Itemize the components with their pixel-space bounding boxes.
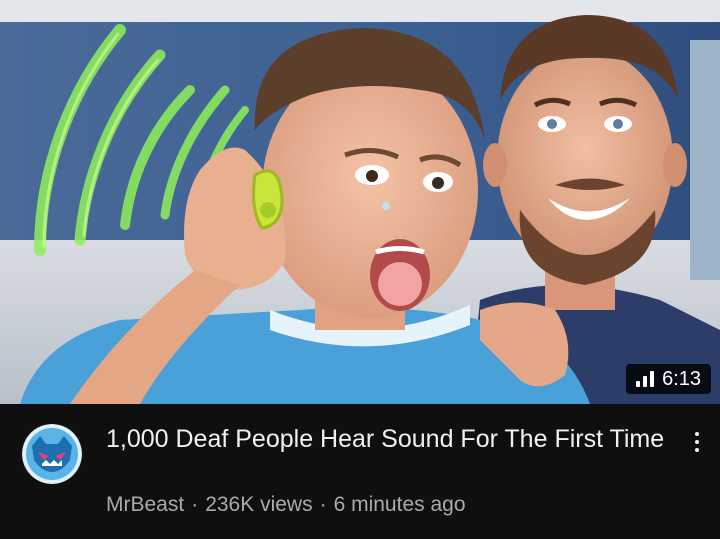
- more-vertical-icon: [695, 432, 699, 436]
- mrbeast-logo-icon: [22, 424, 82, 484]
- separator: ·: [191, 493, 199, 516]
- video-thumbnail[interactable]: 6:13: [0, 0, 720, 404]
- video-byline: MrBeast · 236K views · 6 minutes ago: [106, 492, 466, 518]
- thumbnail-image: [0, 0, 720, 404]
- separator: ·: [319, 493, 327, 516]
- signal-bars-icon: [636, 371, 655, 387]
- more-options-button[interactable]: [686, 428, 708, 466]
- duration-badge: 6:13: [626, 364, 711, 394]
- view-count: 236K views: [205, 493, 313, 516]
- video-title[interactable]: 1,000 Deaf People Hear Sound For The Fir…: [106, 424, 676, 455]
- channel-avatar[interactable]: [22, 424, 82, 484]
- duration-label: 6:13: [662, 367, 701, 390]
- video-metadata: 1,000 Deaf People Hear Sound For The Fir…: [0, 404, 720, 539]
- upload-time: 6 minutes ago: [333, 493, 466, 516]
- channel-name[interactable]: MrBeast: [106, 493, 184, 516]
- video-card[interactable]: 6:13 1,000 Deaf People Hear Sound For Th…: [0, 0, 720, 539]
